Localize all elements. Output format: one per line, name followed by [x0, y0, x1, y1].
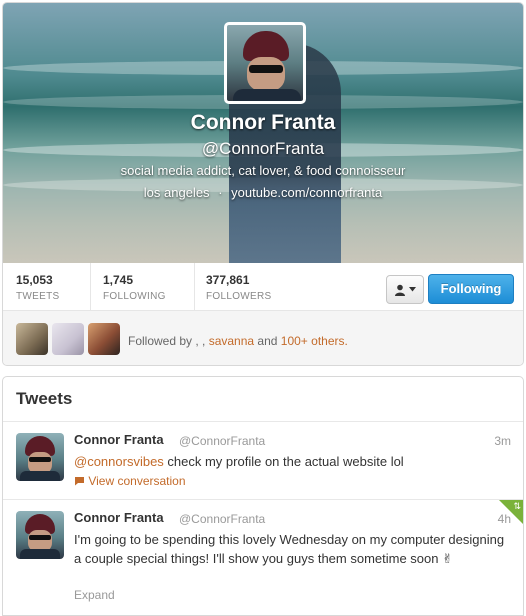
stat-following-value: 1,745: [103, 273, 134, 287]
followed-by-and: and: [254, 334, 281, 348]
followed-by-user-link[interactable]: savanna: [209, 334, 254, 348]
view-conversation-link[interactable]: View conversation: [74, 474, 186, 488]
followed-by-prefix: Followed by , ,: [128, 334, 209, 348]
stat-tweets[interactable]: 15,053 TWEETS: [16, 273, 59, 305]
follower-avatar[interactable]: [16, 323, 48, 355]
tweet-item[interactable]: Connor Franta @ConnorFranta 3m @connorsv…: [3, 422, 523, 499]
tweet-text: @connorsvibes check my profile on the ac…: [74, 452, 510, 471]
stats-bar: 15,053 TWEETS 1,745 FOLLOWING 377,861 FO…: [3, 263, 523, 311]
followed-by-section: Followed by , , savanna and 100+ others.: [3, 313, 523, 365]
followed-by-others-link[interactable]: 100+ others.: [281, 334, 348, 348]
follower-avatar[interactable]: [88, 323, 120, 355]
meta-separator: ·: [218, 185, 223, 200]
tweet-author-handle[interactable]: @ConnorFranta: [179, 512, 265, 526]
profile-website-link[interactable]: youtube.com/connorfranta: [231, 185, 382, 200]
user-actions-dropdown[interactable]: [386, 275, 424, 304]
stat-followers-label: FOLLOWERS: [206, 291, 272, 302]
profile-handle: @ConnorFranta: [201, 139, 325, 158]
stat-divider: [194, 263, 195, 311]
expand-link[interactable]: Expand: [74, 588, 115, 602]
person-icon: [395, 284, 405, 296]
tweets-heading: Tweets: [16, 389, 73, 408]
tweet-mention-link[interactable]: @connorsvibes: [74, 454, 164, 469]
profile-meta: los angeles · youtube.com/connorfranta: [3, 185, 523, 200]
speech-bubble-icon: [75, 477, 84, 486]
tweet-author-name[interactable]: Connor Franta: [74, 432, 164, 447]
stat-following-label: FOLLOWING: [103, 291, 166, 302]
tweet-author-name[interactable]: Connor Franta: [74, 510, 164, 525]
profile-location: los angeles: [143, 185, 210, 200]
followed-by-text: Followed by , , savanna and 100+ others.: [128, 334, 348, 348]
stat-tweets-value: 15,053: [16, 273, 53, 287]
profile-bio: social media addict, cat lover, & food c…: [120, 163, 406, 178]
tweet-timestamp[interactable]: 3m: [494, 434, 511, 448]
stat-divider: [90, 263, 91, 311]
tweet-text: I'm going to be spending this lovely Wed…: [74, 530, 510, 568]
chevron-down-icon: [409, 287, 416, 292]
following-button[interactable]: Following: [428, 274, 514, 304]
tweet-body: check my profile on the actual website l…: [163, 454, 404, 469]
view-conversation-label: View conversation: [88, 474, 186, 488]
profile-name: Connor Franta: [190, 111, 336, 134]
tweet-timestamp[interactable]: 4h: [498, 512, 511, 526]
tweet-body: I'm going to be spending this lovely Wed…: [74, 532, 505, 566]
follower-avatar[interactable]: [52, 323, 84, 355]
stat-followers[interactable]: 377,861 FOLLOWERS: [206, 273, 272, 305]
stat-following[interactable]: 1,745 FOLLOWING: [103, 273, 166, 305]
tweet-item[interactable]: ⇅ Connor Franta @ConnorFranta 4h I'm goi…: [3, 500, 523, 615]
profile-card: Connor Franta @ConnorFranta social media…: [2, 2, 524, 366]
profile-header-image: Connor Franta @ConnorFranta social media…: [3, 3, 523, 263]
profile-avatar[interactable]: [224, 22, 306, 104]
tweets-card: Tweets Connor Franta @ConnorFranta 3m @c…: [2, 376, 524, 616]
retweet-icon: ⇅: [513, 501, 521, 511]
stat-tweets-label: TWEETS: [16, 291, 60, 302]
tweet-author-handle[interactable]: @ConnorFranta: [179, 434, 265, 448]
tweet-avatar[interactable]: [16, 511, 64, 559]
tweet-avatar[interactable]: [16, 433, 64, 481]
stat-followers-value: 377,861: [206, 273, 250, 287]
